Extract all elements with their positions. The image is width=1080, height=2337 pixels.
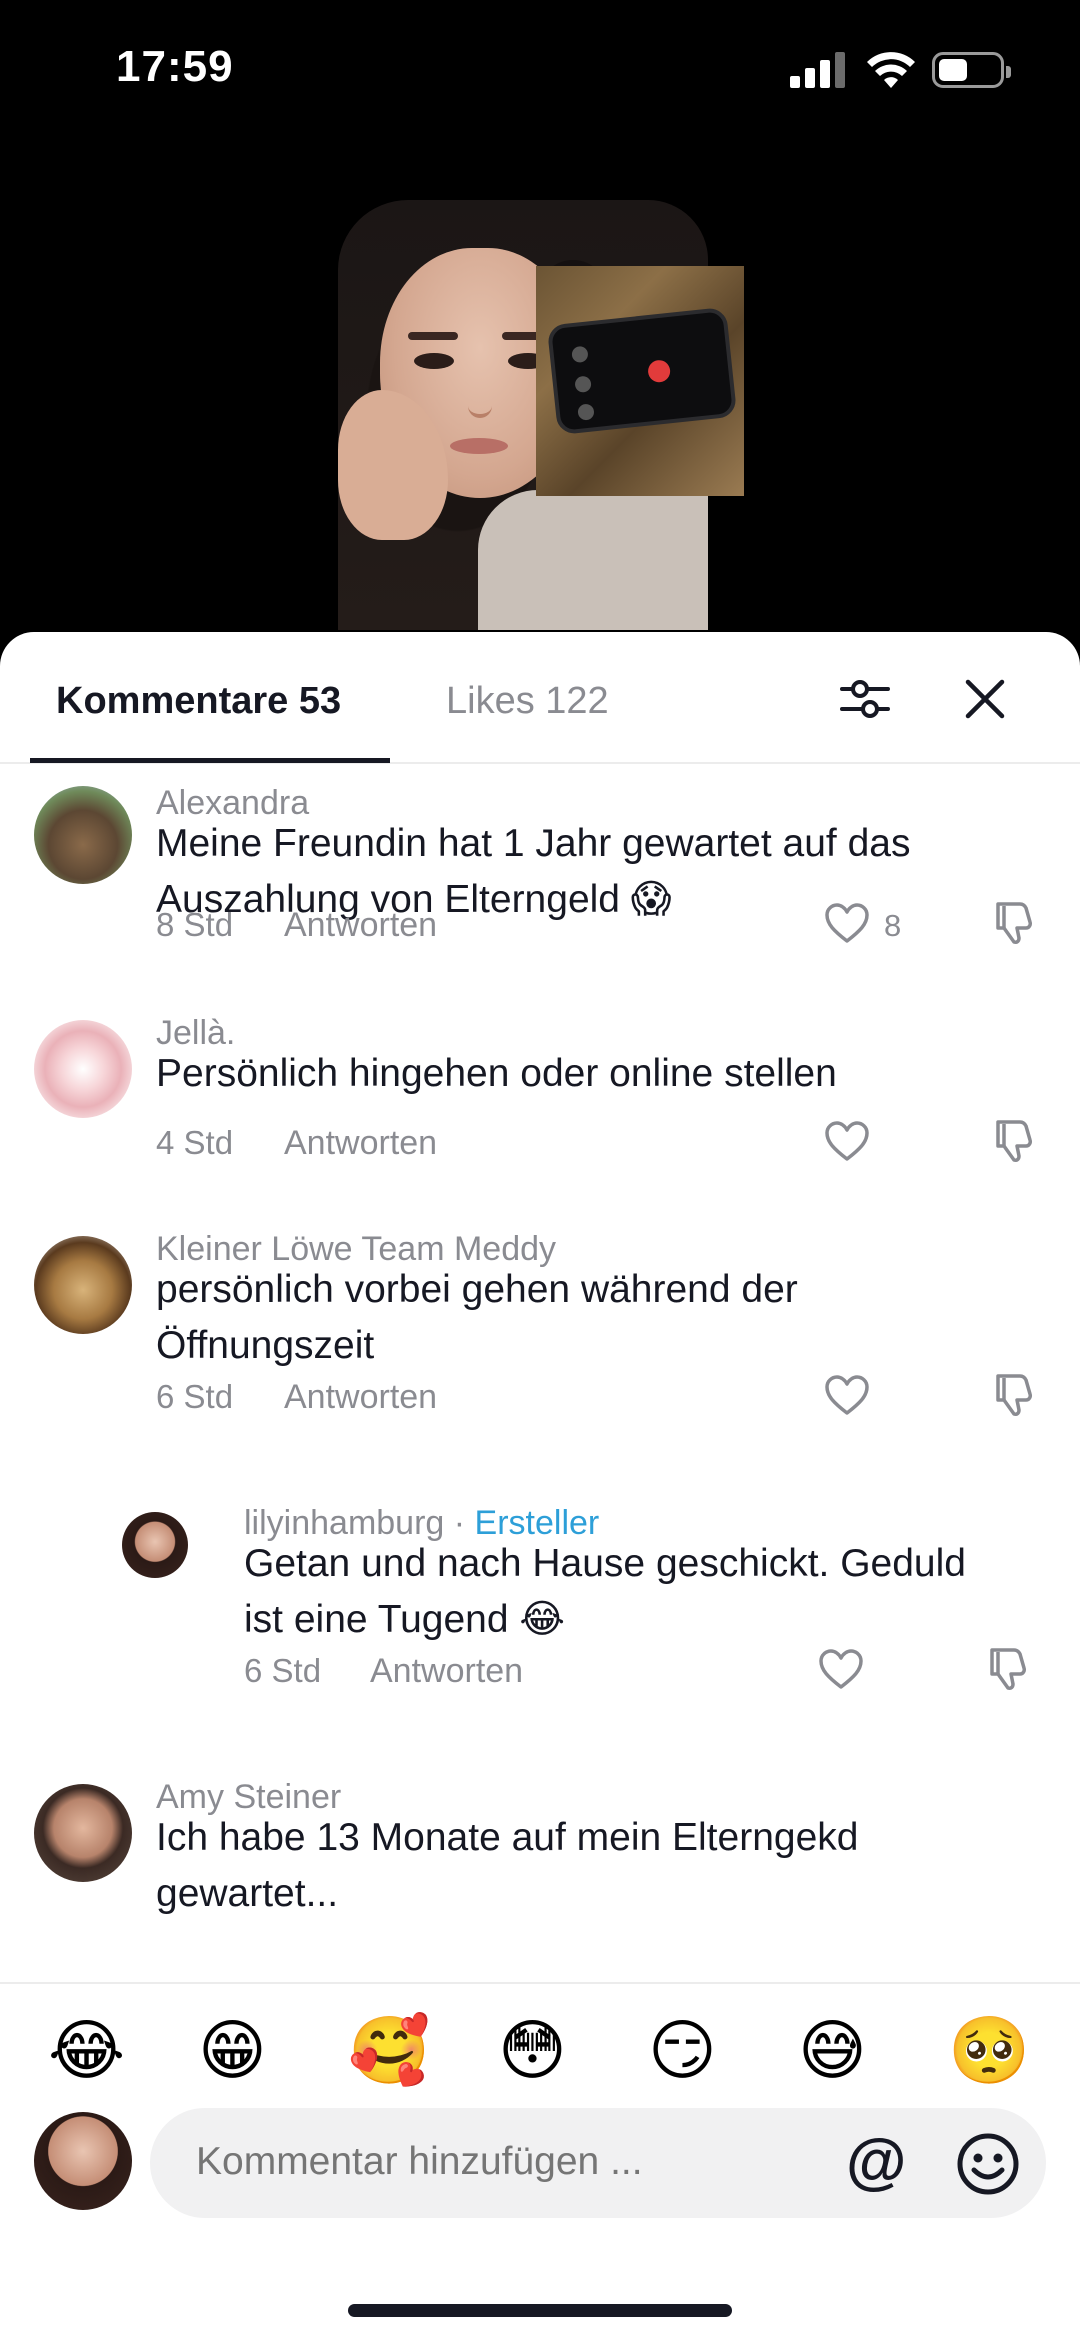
avatar[interactable] — [34, 1236, 132, 1334]
video-preview[interactable] — [0, 140, 1080, 640]
filter-icon[interactable] — [838, 672, 892, 726]
emoji-button[interactable]: 🥰 — [348, 2012, 430, 2088]
avatar[interactable] — [34, 786, 132, 884]
emoji-button[interactable]: 😳 — [498, 2012, 567, 2088]
comment-time: 6 Std — [156, 1378, 234, 1415]
comment-text-line: Ich habe 13 Monate auf mein Elterngekd — [156, 1816, 859, 1859]
comment-text: Ich habe 13 Monate auf mein Elterngekd g… — [156, 1810, 858, 1922]
cellular-signal-icon — [790, 52, 846, 88]
comments-sheet: Kommentare 53 Likes 122 Alexandra Meine … — [0, 632, 1080, 2337]
tab-likes[interactable]: Likes 122 — [446, 680, 609, 723]
comment-input[interactable] — [196, 2140, 796, 2184]
comment-time: 6 Std — [244, 1652, 322, 1689]
emoji-button[interactable]: 😂 — [48, 2012, 125, 2088]
comment-text-line: Auszahlung von Elterngeld 😱 — [156, 878, 672, 921]
comment-text-line: persönlich vorbei gehen während der — [156, 1268, 798, 1311]
phone-call-image — [536, 266, 744, 496]
comment-text-line: gewartet... — [156, 1872, 339, 1915]
heart-icon[interactable] — [824, 1374, 870, 1416]
comment-text: Getan und nach Hause geschickt. Geduld i… — [244, 1536, 966, 1648]
comment-time: 4 Std — [156, 1124, 234, 1161]
heart-icon[interactable] — [824, 902, 870, 944]
wifi-icon — [867, 52, 915, 88]
reply-button[interactable]: Antworten — [284, 906, 437, 945]
active-tab-indicator — [30, 758, 390, 763]
comment-text-line: Meine Freundin hat 1 Jahr gewartet auf d… — [156, 822, 911, 865]
battery-icon — [932, 52, 1011, 88]
emoji-button[interactable]: 🥺 — [948, 2012, 1030, 2088]
home-indicator[interactable] — [348, 2304, 732, 2317]
heart-icon[interactable] — [818, 1648, 864, 1690]
heart-icon[interactable] — [824, 1120, 870, 1162]
comment-text-line: ist eine Tugend 😂 — [244, 1598, 565, 1641]
comment-text-line: Öffnungszeit — [156, 1324, 375, 1367]
emoji-button[interactable]: 😅 — [798, 2012, 867, 2088]
mention-icon[interactable]: @ — [846, 2126, 906, 2197]
comment-text: Persönlich hingehen oder online stellen — [156, 1046, 837, 1102]
like-count: 8 — [884, 908, 902, 943]
dislike-icon[interactable] — [990, 1370, 1038, 1418]
reply-button[interactable]: Antworten — [370, 1652, 523, 1691]
comment-text-line: Persönlich hingehen oder online stellen — [156, 1052, 837, 1095]
status-bar: 17:59 — [0, 0, 1080, 140]
emoji-quick-bar: 😂 😁 🥰 😳 😏 😅 🥺 — [0, 1982, 1080, 2112]
reply-button[interactable]: Antworten — [284, 1124, 437, 1163]
avatar[interactable] — [34, 1020, 132, 1118]
emoji-button[interactable]: 😁 — [198, 2012, 267, 2088]
comment-text-line: Getan und nach Hause geschickt. Geduld — [244, 1542, 966, 1585]
reply-button[interactable]: Antworten — [284, 1378, 437, 1417]
emoji-button[interactable]: 😏 — [648, 2012, 717, 2088]
status-time: 17:59 — [116, 42, 234, 91]
emoji-picker-icon[interactable] — [956, 2132, 1020, 2196]
comment-text: Meine Freundin hat 1 Jahr gewartet auf d… — [156, 816, 910, 928]
dislike-icon[interactable] — [984, 1644, 1032, 1692]
comment-input-row: @ — [0, 2108, 1080, 2242]
dislike-icon[interactable] — [990, 1116, 1038, 1164]
comment-text: persönlich vorbei gehen während der Öffn… — [156, 1262, 798, 1374]
close-icon[interactable] — [960, 674, 1010, 724]
tab-comments[interactable]: Kommentare 53 — [56, 680, 341, 723]
comment-list[interactable]: Alexandra Meine Freundin hat 1 Jahr gewa… — [0, 766, 1080, 1982]
avatar[interactable] — [34, 1784, 132, 1882]
comment-input-container[interactable]: @ — [150, 2108, 1046, 2218]
user-avatar — [34, 2112, 132, 2210]
sheet-header: Kommentare 53 Likes 122 — [0, 632, 1080, 764]
dislike-icon[interactable] — [990, 898, 1038, 946]
comment-time: 8 Std — [156, 906, 234, 943]
avatar[interactable] — [122, 1512, 188, 1578]
